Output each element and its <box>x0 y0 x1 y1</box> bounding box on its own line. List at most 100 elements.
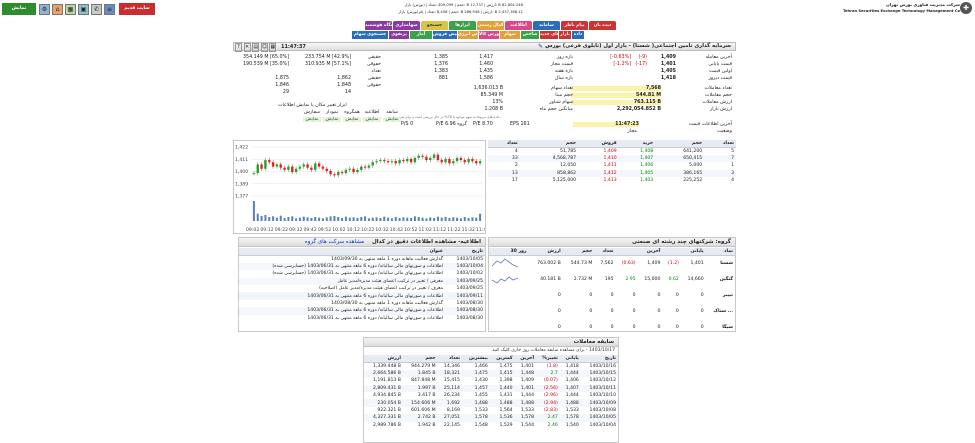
history-row[interactable]: 4,934.845 B 3.417 B 26,234 1,455 1,431 1,444 (… <box>364 392 618 399</box>
history-subtitle[interactable]: 1403/10/17 - برای مشاهده سابقه معاملات ر… <box>492 348 615 353</box>
history-row[interactable]: 2,809.431 B 1.997 B 25,114 1,457 1,440 1,401(… <box>364 384 618 392</box>
history-row[interactable]: 2,664.586 B 1.845 B 18,321 1,475 1,415 1,448 2… <box>364 369 618 378</box>
intraday-chart[interactable]: 1,422 1,411 1,400 1,389 1,377 09:02 09:12 09:22… <box>234 141 485 234</box>
menu-item-0[interactable]: دیده بان <box>589 21 616 30</box>
news-text[interactable]: معرف / تغییر در ترکیب اعضای هیئت مدیره/م… <box>239 285 445 292</box>
news-text[interactable]: اطلاعات و صورتهای مالی سالیانه/ دوره 6 م… <box>239 315 445 322</box>
menu-item-3[interactable]: اطلاعیه <box>505 21 532 30</box>
menu-item-4[interactable]: کدال رسمی <box>477 21 504 30</box>
tool-show-2[interactable]: نمایش <box>343 117 361 122</box>
ob-cell: 5,125,000 <box>552 178 577 184</box>
submenu-item-4[interactable]: سهام <box>500 31 520 39</box>
news-row[interactable]: گذارش فعالیت ماهانه دوره 1 ماهه منتهی به… <box>239 255 485 262</box>
news-text[interactable]: اطلاعات و صورتهای مالی سالیانه/ دوره 6 م… <box>239 307 445 315</box>
news-row[interactable]: اطلاعات و صورتهای مالی سالیانه/ دوره 6 م… <box>239 315 485 322</box>
submenu-item-5[interactable]: بورس کالا <box>479 31 499 39</box>
client-label-2: تعداد <box>371 69 381 74</box>
range-low-2: 1,383 <box>434 69 448 74</box>
submenu-item-6[interactable]: بورس انرژی <box>458 31 478 39</box>
peer-row[interactable]: 0 0 0 0 0 0 0 تیپیر <box>489 288 735 304</box>
news-row[interactable]: اطلاعات و صورتهای مالی سالیانه/ دوره 6 م… <box>239 270 485 277</box>
ob-col-3: فروش <box>578 140 619 148</box>
y-tick-label: 1,389 <box>235 181 248 187</box>
news-row[interactable]: اطلاعات و صورتهای مالی سالیانه/ دوره 6 م… <box>239 262 485 271</box>
history-row[interactable]: 4,327.331 B 2.742 B 27,051 1,578 1,536 1,578 2… <box>364 414 618 422</box>
news-text[interactable]: اطلاعات و صورتهای مالی سالیانه/ دوره 6 م… <box>239 270 445 277</box>
tool-show-0[interactable]: نمایش <box>383 117 401 122</box>
stat-value-3: 2,292,054.852 B <box>616 107 661 112</box>
peer-row[interactable]: 0 0 0 0 0 0 0 ستاک ... <box>489 304 735 320</box>
volume-bar <box>471 217 474 221</box>
people-icon[interactable]: ☺ <box>260 43 268 52</box>
tool-show-3[interactable]: نمایش <box>323 117 341 122</box>
peer-row[interactable]: 40.181 B 2.732 M 195 2.95 15,000 0.62 14,660 گن… <box>489 272 735 288</box>
settings-icon[interactable]: ⚙ <box>39 4 50 15</box>
news-row[interactable]: معرف / تغییر در ترکیب اعضای هیئت مدیره/م… <box>239 285 485 292</box>
menu-item-7[interactable]: سهامداری <box>393 21 420 30</box>
hist-cell: 1,398 <box>499 378 513 384</box>
menu-item-6[interactable]: جستجو <box>421 21 448 30</box>
help-icon[interactable]: ? <box>235 43 242 52</box>
close-icon[interactable]: ✕ <box>243 43 251 52</box>
submenu-item-3[interactable]: شاخص <box>521 31 539 39</box>
hist-cell: 1,409 <box>520 378 535 384</box>
menu-item-5[interactable]: ابزارها <box>449 21 476 30</box>
news-row[interactable]: گذارش فعالیت ماهانه دوره 1 ماهه منتهی به… <box>239 300 485 307</box>
peer-cell: 2.95 <box>625 277 636 283</box>
news-group-link[interactable]: مشاهده سرکت های گروه <box>305 239 364 245</box>
news-text[interactable]: اطلاعات و صورتهای مالی سالیانه/ دوره 6 م… <box>239 292 445 300</box>
peer-cell: 0 <box>589 293 593 299</box>
news-text[interactable]: معرفی / تغییر در ترکیب اعضای هیئت مدیره/… <box>239 277 445 285</box>
pin-icon[interactable]: ✎ <box>538 43 543 50</box>
hist-cell: 2,989.786 B <box>372 422 401 428</box>
submenu-item-10[interactable]: جستجوی سهام <box>352 31 388 39</box>
submenu-item-8[interactable]: آمار <box>410 31 432 39</box>
hist-col-7: حجم <box>402 355 438 363</box>
chart-icon[interactable]: ▤ <box>252 43 260 52</box>
volume-bar <box>444 217 447 221</box>
submenu-item-2[interactable]: نمادهای جدید <box>540 31 558 39</box>
history-row[interactable]: 1,191.813 B 847.848 M 15,415 1,430 1,398 1,40… <box>364 377 618 384</box>
submenu-item-1[interactable]: بازار <box>559 31 571 39</box>
history-row[interactable]: 230.054 B 154.606 M 1,692 1,488 1,488 1,488 (2… <box>364 399 618 407</box>
news-text[interactable]: گذارش فعالیت ماهانه دوره 1 ماهه منتهی به… <box>239 300 445 307</box>
history-row[interactable]: 2,989.786 B 1.942 B 22,145 1,548 1,529 1,544 2… <box>364 422 618 429</box>
tool-show-1[interactable]: نمایش <box>363 117 381 122</box>
peer-row[interactable]: 0 0 0 0 0 0 0 سیگا <box>489 320 735 336</box>
phone-icon[interactable]: ✆ <box>91 4 102 15</box>
peer-col-4 <box>615 248 638 256</box>
tools-label: ابزار تغییر مکان یا نمایش اطلاعات <box>278 103 347 108</box>
show-list-button[interactable]: نمایش فهرست <box>2 3 36 23</box>
submenu-item-7[interactable]: پیش فروش <box>433 31 457 39</box>
peer-row[interactable]: 763.002 B 544.73 M 7,562 (0.63) 1,409 (1.2) 1,… <box>489 255 735 272</box>
news-row[interactable]: معرفی / تغییر در ترکیب اعضای هیئت مدیره/… <box>239 277 485 285</box>
grid-icon[interactable]: ▦ <box>65 4 76 15</box>
history-row[interactable]: 1,339.448 B 944.279 M 14,346 1,466 1,475 1,40… <box>364 362 618 369</box>
menu-item-8[interactable]: ایستگاه هوشمند <box>365 21 392 30</box>
hist-cell: 18,321 <box>437 369 462 378</box>
old-site-button[interactable]: سایت قدیم <box>119 3 155 15</box>
candle-body <box>440 160 443 163</box>
news-row[interactable]: اطلاعات و صورتهای مالی سالیانه/ دوره 6 م… <box>239 292 485 300</box>
client-sell-4: 1,846 <box>275 83 289 88</box>
volume-bar <box>321 218 324 221</box>
home-icon[interactable]: ⌂ <box>52 4 63 15</box>
hist-cell: 1,533 <box>565 407 579 413</box>
news-text[interactable]: گذارش فعالیت ماهانه دوره 1 ماهه منتهی به… <box>239 255 445 262</box>
menu-item-2[interactable]: سامانه <box>533 21 560 30</box>
history-row[interactable]: 922.321 B 601.606 M 8,169 1,533 1,564 1,533 (2… <box>364 407 618 414</box>
volume-bar <box>272 216 275 221</box>
list-icon[interactable]: ≡ <box>104 4 115 15</box>
hist-cell: 1,488 <box>489 399 515 407</box>
candle-body <box>417 155 420 158</box>
menu-item-1[interactable]: پیام ناظر <box>561 21 588 30</box>
image-icon[interactable]: ▣ <box>78 4 89 15</box>
submenu-item-0[interactable]: داده <box>572 31 584 39</box>
submenu-item-9[interactable]: پرتفوی <box>389 31 409 39</box>
table-icon[interactable]: ▦ <box>269 43 277 52</box>
tool-show-4[interactable]: نمایش <box>303 117 321 122</box>
hist-cell: 1,564 <box>499 407 513 413</box>
candle-body <box>452 161 455 164</box>
news-row[interactable]: اطلاعات و صورتهای مالی سالیانه/ دوره 6 م… <box>239 307 485 315</box>
news-text[interactable]: اطلاعات و صورتهای مالی سالیانه/ دوره 6 م… <box>239 262 445 271</box>
